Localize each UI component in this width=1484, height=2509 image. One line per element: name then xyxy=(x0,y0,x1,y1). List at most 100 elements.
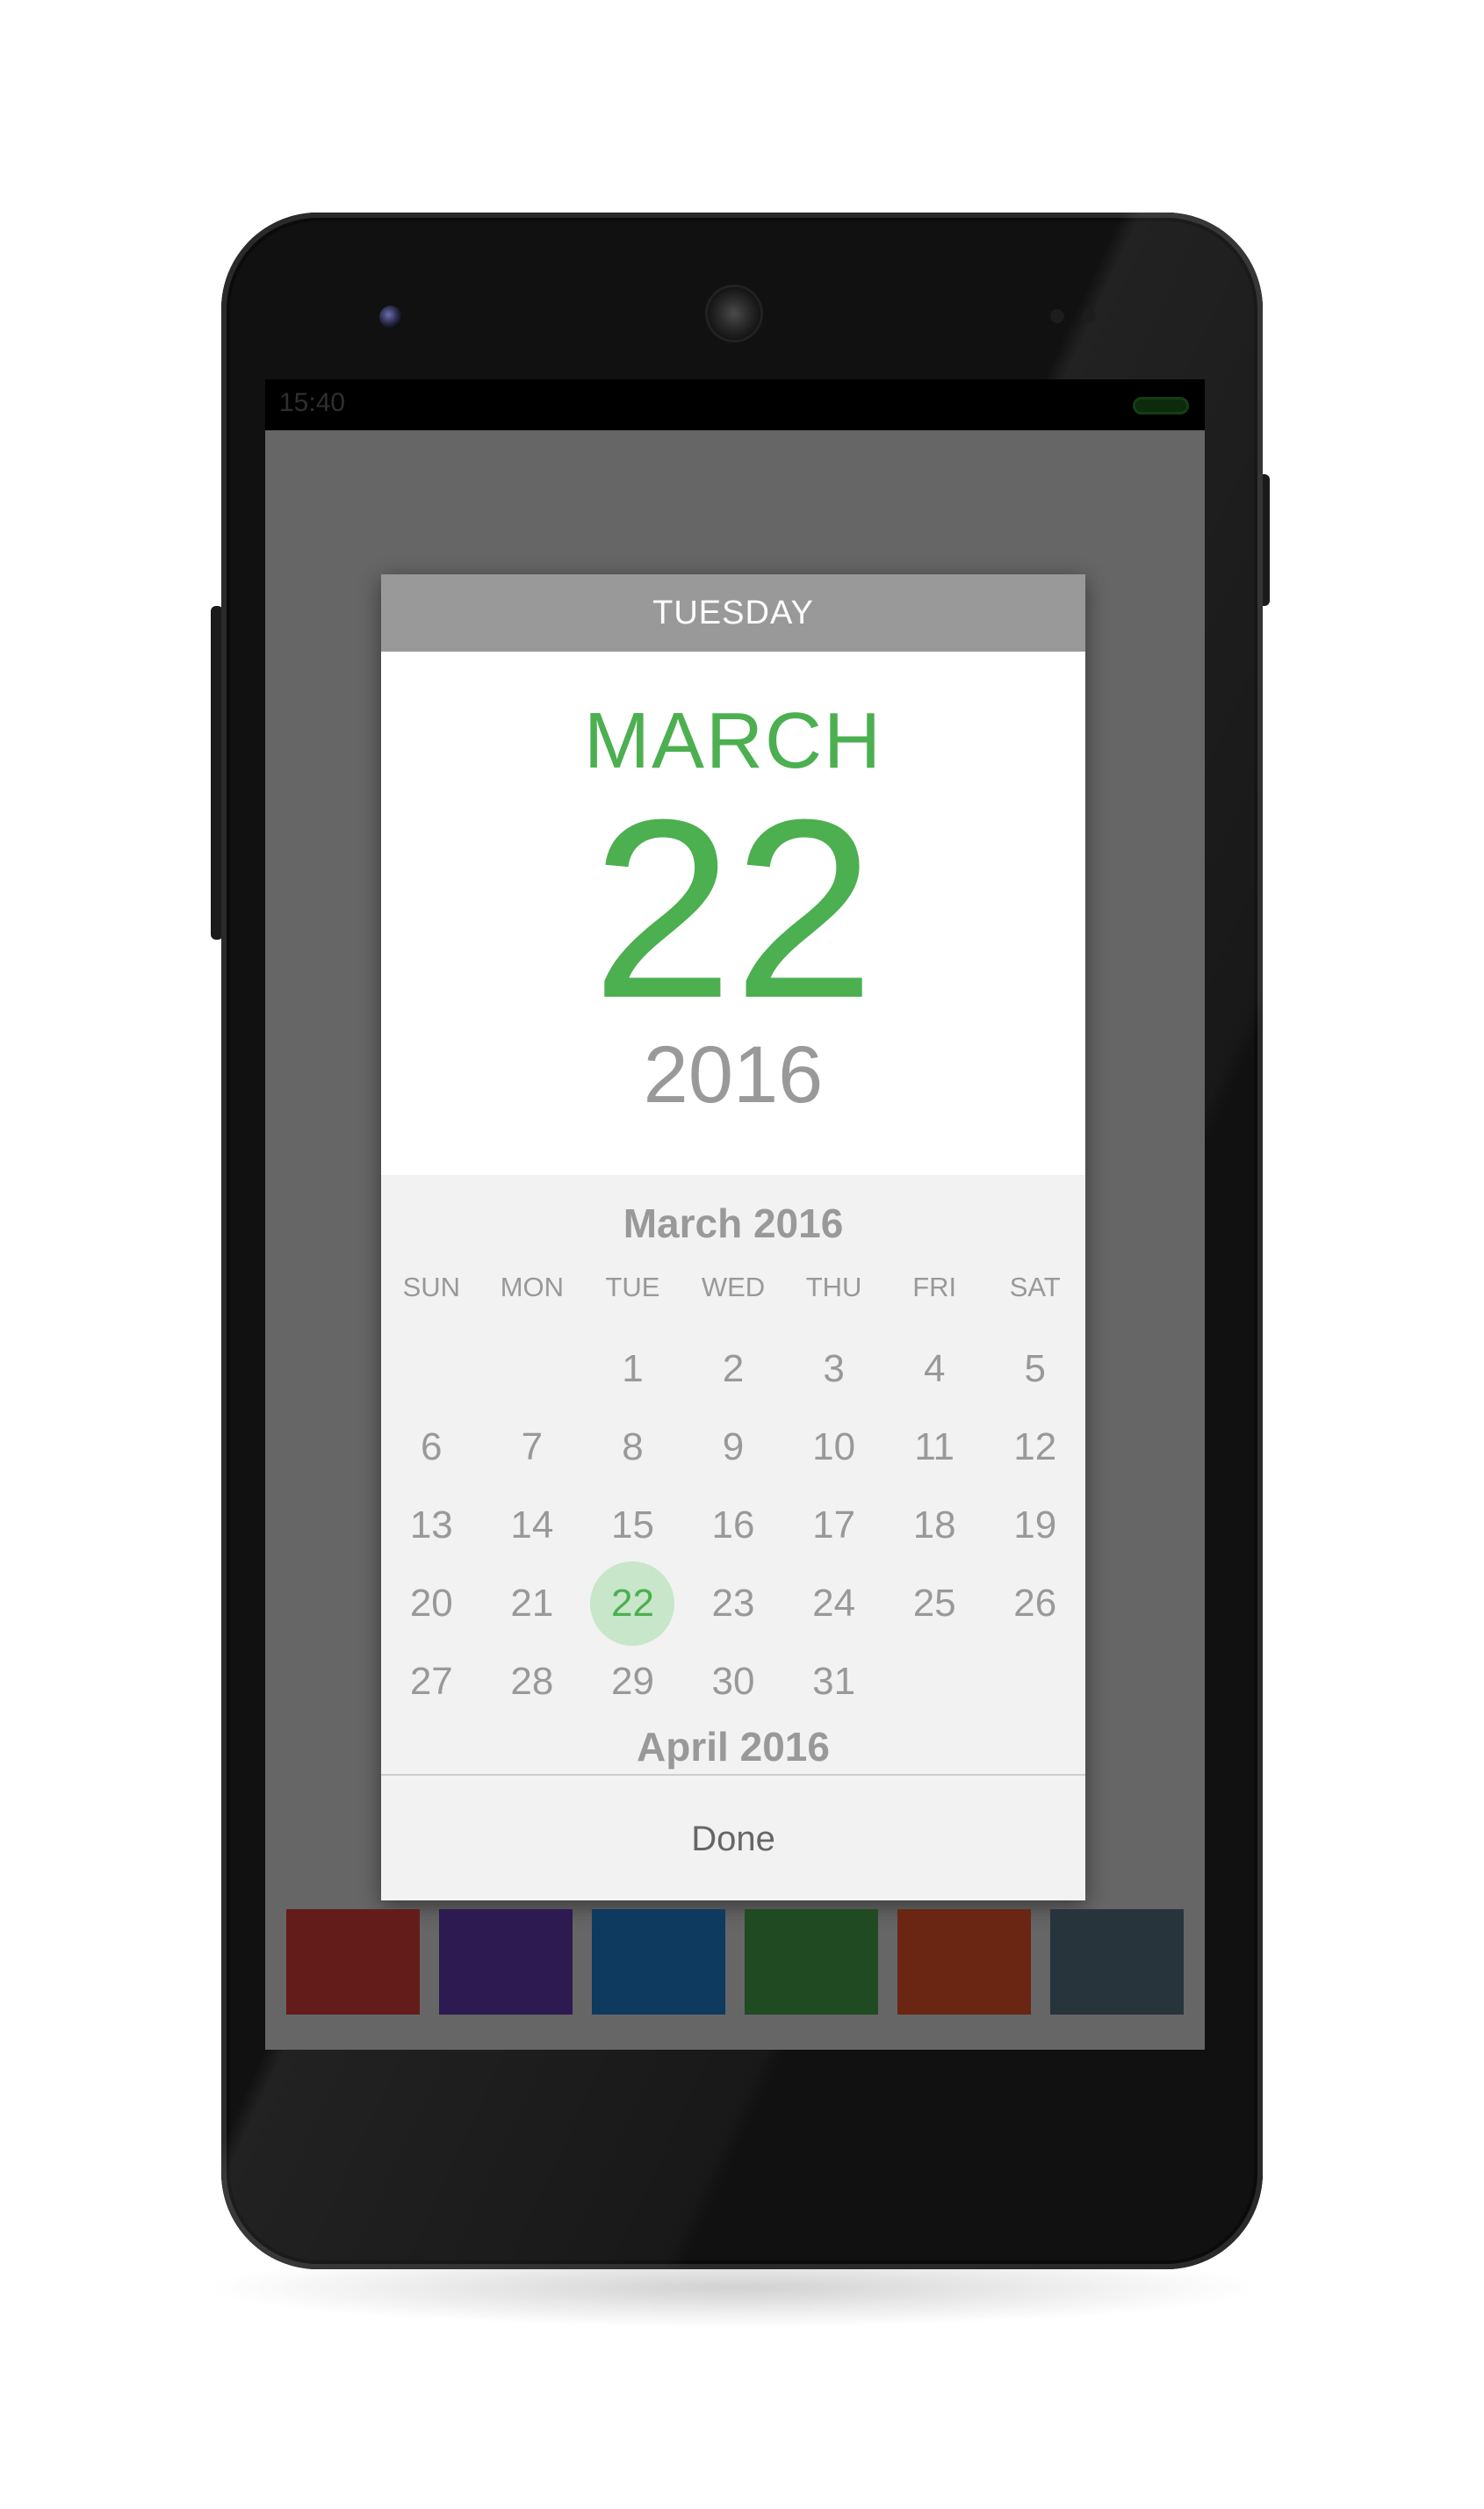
day-cell[interactable]: 28 xyxy=(482,1642,583,1720)
empty-day-cell xyxy=(884,1642,985,1720)
day-number: 10 xyxy=(812,1424,856,1468)
earpiece-speaker-icon xyxy=(708,287,760,340)
day-number: 23 xyxy=(711,1581,755,1625)
day-cell[interactable]: 2 xyxy=(683,1330,784,1408)
empty-day-cell xyxy=(482,1330,583,1408)
swatch-purple[interactable] xyxy=(439,1909,573,2015)
day-cell[interactable]: 20 xyxy=(381,1564,482,1642)
day-cell[interactable]: 11 xyxy=(884,1408,985,1486)
day-cell[interactable]: 6 xyxy=(381,1408,482,1486)
weekday-label: MON xyxy=(500,1272,565,1302)
day-cell[interactable]: 8 xyxy=(582,1408,683,1486)
day-cell[interactable]: 25 xyxy=(884,1564,985,1642)
calendar-week-row: 6 7 8 9 10 11 12 xyxy=(381,1408,1085,1486)
weekday-labels: SUN MON TUE WED THU FRI SAT xyxy=(381,1272,1085,1303)
day-number: 14 xyxy=(510,1503,554,1546)
day-number: 30 xyxy=(711,1659,755,1703)
day-cell[interactable]: 26 xyxy=(984,1564,1085,1642)
day-number: 8 xyxy=(622,1424,644,1468)
swatch-slate[interactable] xyxy=(1050,1909,1184,2015)
day-cell[interactable]: 9 xyxy=(683,1408,784,1486)
weekday-label: WED xyxy=(701,1272,766,1302)
day-number: 12 xyxy=(1013,1424,1057,1468)
weekday-label: SUN xyxy=(402,1272,461,1302)
day-number: 29 xyxy=(610,1659,654,1703)
swatch-orange[interactable] xyxy=(897,1909,1031,2015)
calendar-week-row: 20 21 22 23 24 25 26 xyxy=(381,1564,1085,1642)
day-number: 11 xyxy=(914,1424,955,1468)
day-number: 19 xyxy=(1013,1503,1057,1546)
selected-date-panel: MARCH 22 2016 xyxy=(381,652,1085,1175)
weekday-label: FRI xyxy=(912,1272,957,1302)
swatch-blue[interactable] xyxy=(592,1909,725,2015)
day-number: 2 xyxy=(722,1346,745,1390)
done-button[interactable]: Done xyxy=(381,1774,1085,1900)
day-cell[interactable]: 4 xyxy=(884,1330,985,1408)
day-number: 21 xyxy=(510,1581,554,1625)
day-number: 26 xyxy=(1013,1581,1057,1625)
day-cell[interactable]: 16 xyxy=(683,1486,784,1564)
day-cell[interactable]: 3 xyxy=(783,1330,884,1408)
color-swatch-row xyxy=(286,1909,1184,2015)
day-number: 4 xyxy=(923,1346,946,1390)
day-cell[interactable]: 13 xyxy=(381,1486,482,1564)
day-number: 5 xyxy=(1024,1346,1046,1390)
day-cell[interactable]: 24 xyxy=(783,1564,884,1642)
front-camera-icon xyxy=(379,306,402,328)
swatch-green[interactable] xyxy=(745,1909,878,2015)
calendar-month-title: March 2016 xyxy=(623,1200,844,1246)
swatch-red[interactable] xyxy=(286,1909,420,2015)
day-number: 25 xyxy=(912,1581,956,1625)
day-number: 28 xyxy=(510,1659,554,1703)
day-cell[interactable]: 21 xyxy=(482,1564,583,1642)
day-number: 24 xyxy=(812,1581,856,1625)
selected-day[interactable]: 22 xyxy=(381,782,1085,1036)
day-cell[interactable]: 23 xyxy=(683,1564,784,1642)
light-sensor-icon xyxy=(1082,309,1096,323)
day-cell[interactable]: 27 xyxy=(381,1642,482,1720)
calendar-week-row: 27 28 29 30 31 xyxy=(381,1642,1085,1720)
day-cell[interactable]: 15 xyxy=(582,1486,683,1564)
day-cell[interactable]: 12 xyxy=(984,1408,1085,1486)
date-picker-dialog: TUESDAY MARCH 22 2016 March 2016 SUN MON T… xyxy=(381,574,1085,1900)
day-cell[interactable]: 5 xyxy=(984,1330,1085,1408)
day-cell[interactable]: 30 xyxy=(683,1642,784,1720)
day-cell[interactable]: 29 xyxy=(582,1642,683,1720)
day-number: 7 xyxy=(521,1424,544,1468)
day-number: 13 xyxy=(409,1503,453,1546)
calendar-week-row: 13 14 15 16 17 18 19 xyxy=(381,1486,1085,1564)
proximity-sensor-icon xyxy=(1050,309,1064,323)
day-number: 16 xyxy=(711,1503,755,1546)
screen: 15:40 TUESDAY MARCH 22 2016 March 2016 S… xyxy=(265,379,1205,2050)
day-number: 15 xyxy=(610,1503,654,1546)
status-bar: 15:40 xyxy=(265,379,1205,430)
calendar-week-row: 1 2 3 4 5 xyxy=(381,1330,1085,1408)
day-number: 17 xyxy=(812,1503,856,1546)
day-cell[interactable]: 17 xyxy=(783,1486,884,1564)
selected-year[interactable]: 2016 xyxy=(381,1031,1085,1119)
day-cell[interactable]: 7 xyxy=(482,1408,583,1486)
day-cell[interactable]: 10 xyxy=(783,1408,884,1486)
status-time: 15:40 xyxy=(279,388,346,417)
weekday-label: THU xyxy=(805,1272,862,1302)
day-cell[interactable]: 14 xyxy=(482,1486,583,1564)
month-calendar[interactable]: March 2016 SUN MON TUE WED THU FRI SAT 1234567… xyxy=(381,1175,1085,1774)
next-month-title: April 2016 xyxy=(637,1724,830,1770)
empty-day-cell xyxy=(984,1642,1085,1720)
day-number: 1 xyxy=(622,1346,644,1390)
day-cell[interactable]: 31 xyxy=(783,1642,884,1720)
day-number: 22 xyxy=(610,1581,654,1625)
day-cell[interactable]: 1 xyxy=(582,1330,683,1408)
weekday-label: TUE xyxy=(605,1272,660,1302)
day-cell[interactable]: 18 xyxy=(884,1486,985,1564)
day-cell-selected[interactable]: 22 xyxy=(582,1564,683,1642)
weekday-header: TUESDAY xyxy=(381,574,1085,652)
day-cell[interactable]: 19 xyxy=(984,1486,1085,1564)
empty-day-cell xyxy=(381,1330,482,1408)
day-number: 9 xyxy=(722,1424,745,1468)
battery-icon xyxy=(1133,397,1189,415)
day-number: 27 xyxy=(409,1659,453,1703)
day-number: 20 xyxy=(409,1581,453,1625)
day-number: 18 xyxy=(912,1503,956,1546)
weekday-label: SAT xyxy=(1009,1272,1061,1302)
